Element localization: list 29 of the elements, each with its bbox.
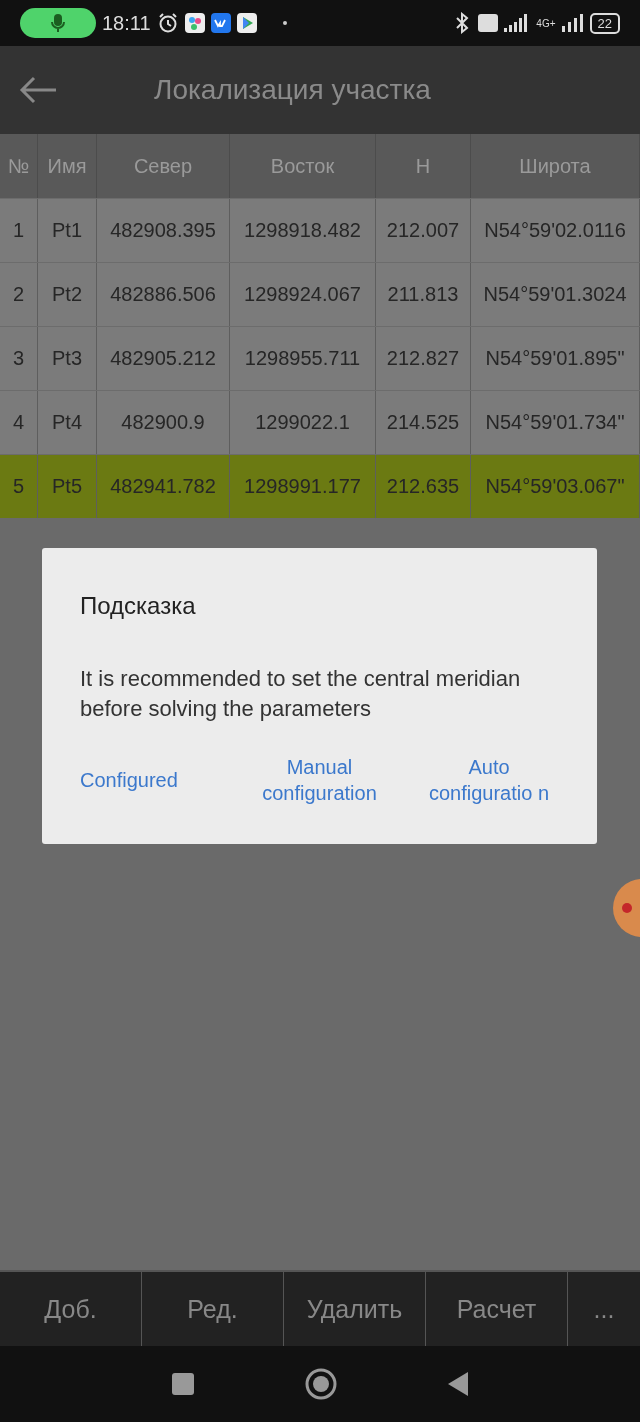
clock-time: 18:11	[102, 11, 151, 35]
table-cell: 1298991.177	[230, 455, 376, 518]
table-cell: 482941.782	[97, 455, 230, 518]
dialog-button[interactable]: Auto configuratio n	[419, 754, 559, 806]
recent-apps-icon[interactable]	[171, 1372, 195, 1396]
dialog-button[interactable]: Configured	[80, 767, 220, 793]
dialog-button[interactable]: Manual configuration	[249, 754, 390, 806]
dialog-message: It is recommended to set the central meridian before solving the parameters	[80, 665, 522, 723]
signal-icon	[561, 14, 584, 32]
battery-level: 22	[589, 12, 620, 34]
table-cell: Pt5	[38, 455, 97, 518]
table-row[interactable]: 2 Pt2 482886.506 1298924.067 211.813 N54°59'01.3024	[0, 262, 640, 326]
table-cell: 212.635	[376, 455, 471, 518]
back-arrow-icon[interactable]	[18, 75, 58, 105]
table-row[interactable]: 5 Pt5 482941.782 1298991.177 212.635 N54°59'03.067"	[0, 454, 640, 518]
notification-dot	[282, 21, 287, 25]
table-row[interactable]: 1 Pt1 482908.395 1298918.482 212.007 N54°59'02.0116	[0, 198, 640, 262]
app-icon	[184, 13, 205, 33]
dialog-title: Подсказка	[80, 592, 197, 620]
network-type: 4G+	[536, 17, 556, 29]
screen-title: Локализация участка	[154, 74, 431, 106]
back-icon[interactable]	[447, 1371, 469, 1397]
table-cell: N54°59'03.067"	[471, 455, 640, 518]
vk-app-icon	[210, 13, 231, 33]
table-row[interactable]: 4 Pt4 482900.9 1299022.1 214.525 N54°59'01.734"	[0, 390, 640, 454]
table-cell: 5	[0, 455, 38, 518]
table-row[interactable]: 3 Pt3 482905.212 1298955.711 212.827 N54°59'01.895"	[0, 326, 640, 390]
home-icon[interactable]	[305, 1368, 337, 1400]
play-store-icon	[236, 13, 257, 33]
